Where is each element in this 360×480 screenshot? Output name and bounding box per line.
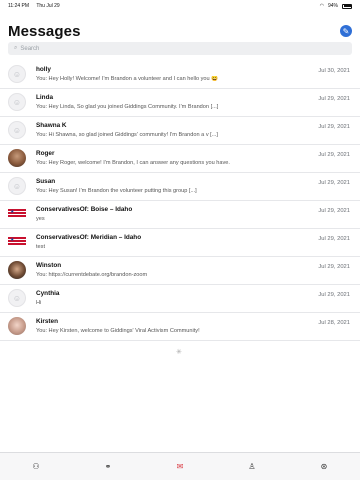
default-avatar-icon: ☺ [8, 93, 26, 111]
contact-name: Cynthia [36, 290, 60, 297]
search-placeholder: Search [20, 45, 40, 52]
conversation-row[interactable]: ☺ Shawna K You: Hi Shawna, so glad joined … [0, 117, 360, 145]
conversation-content: Kirsten You: Hey Kirsten, welcome to Gidd… [36, 313, 360, 334]
contact-name: holly [36, 66, 51, 73]
battery-percent: 94% [327, 3, 338, 9]
message-preview: You: Hey Holly! Welcome! I'm Brandon a v… [36, 76, 219, 82]
community-icon[interactable]: ⚇ [28, 462, 44, 471]
header: Messages ✎ [8, 20, 352, 42]
status-bar: 11:24 PM Thu Jul 29 ◠ 94% [0, 0, 360, 12]
message-preview: You: Hey Roger, welcome! I'm Brandon, I … [36, 160, 230, 166]
message-preview: You: Hey Kirsten, welcome to Giddings' V… [36, 328, 200, 334]
message-date: Jul 30, 2021 [318, 68, 350, 74]
settings-icon[interactable]: ⊛ [316, 462, 332, 471]
conversation-content: Shawna K You: Hi Shawna, so glad joined G… [36, 117, 360, 138]
conversation-content: Susan You: Hey Susan! I'm Brandon the vol… [36, 173, 360, 194]
mail-icon[interactable]: ✉ [172, 462, 188, 471]
message-date: Jul 29, 2021 [318, 180, 350, 186]
message-date: Jul 29, 2021 [318, 208, 350, 214]
message-date: Jul 29, 2021 [318, 292, 350, 298]
loading-spinner-icon: ✳ [176, 349, 182, 356]
default-avatar-icon: ☺ [8, 177, 26, 195]
conversation-content: Roger You: Hey Roger, welcome! I'm Brando… [36, 145, 360, 166]
avatar [8, 149, 26, 167]
message-preview: You: Hi Shawna, so glad joined Giddings'… [36, 132, 218, 138]
status-left: 11:24 PM Thu Jul 29 [8, 3, 66, 9]
conversation-content: Linda You: Hey Linda, So glad you joined … [36, 89, 360, 110]
contact-name: Linda [36, 94, 54, 101]
conversation-row[interactable]: ☺ holly You: Hey Holly! Welcome! I'm Brand… [0, 61, 360, 89]
search-input[interactable]: ⌕ Search [8, 42, 352, 55]
profile-icon[interactable]: ♙ [244, 462, 260, 471]
contact-name: ConservativesOf: Boise – Idaho [36, 206, 133, 213]
message-date: Jul 29, 2021 [318, 236, 350, 242]
message-date: Jul 29, 2021 [318, 96, 350, 102]
message-preview: You: Hey Linda, So glad you joined Giddi… [36, 104, 219, 110]
conversation-row[interactable]: Kirsten You: Hey Kirsten, welcome to Gidd… [0, 313, 360, 341]
search-icon: ⌕ [14, 45, 18, 51]
contact-name: ConservativesOf: Meridian – Idaho [36, 234, 142, 241]
contact-name: Shawna K [36, 122, 67, 129]
contact-name: Roger [36, 150, 55, 157]
conversation-content: ConservativesOf: Meridian – Idaho test [36, 229, 360, 250]
conversation-content: Winston You: https://currentdebate.org/br… [36, 257, 360, 278]
message-preview: Hi [36, 300, 42, 306]
conversation-list: ☺ holly You: Hey Holly! Welcome! I'm Brand… [0, 61, 360, 341]
conversation-row[interactable]: Roger You: Hey Roger, welcome! I'm Brando… [0, 145, 360, 173]
message-preview: You: https://currentdebate.org/brandon-z… [36, 272, 148, 278]
message-preview: test [36, 244, 46, 250]
compose-button[interactable]: ✎ [340, 25, 352, 37]
avatar [8, 317, 26, 335]
message-preview: You: Hey Susan! I'm Brandon the voluntee… [36, 188, 197, 194]
groups-icon[interactable]: ⚭ [100, 462, 116, 471]
conversation-content: ConservativesOf: Boise – Idaho yes [36, 201, 360, 222]
conversation-row[interactable]: ☺ Susan You: Hey Susan! I'm Brandon the vo… [0, 173, 360, 201]
contact-name: Susan [36, 178, 56, 185]
avatar [8, 261, 26, 279]
default-avatar-icon: ☺ [8, 65, 26, 83]
message-date: Jul 29, 2021 [318, 152, 350, 158]
battery-icon [342, 3, 352, 9]
status-time: 11:24 PM [8, 3, 30, 9]
page-title: Messages [8, 22, 81, 40]
conversation-row[interactable]: ☺ Linda You: Hey Linda, So glad you joined… [0, 89, 360, 117]
conversation-content: holly You: Hey Holly! Welcome! I'm Brando… [36, 61, 360, 82]
conversation-content: Cynthia Hi [36, 285, 360, 306]
conversation-row[interactable]: ★ ConservativesOf: Meridian – Idaho test Ju… [0, 229, 360, 257]
tab-bar: ⚇ ⚭ ✉ ♙ ⊛ [0, 452, 360, 480]
default-avatar-icon: ☺ [8, 121, 26, 139]
flag-avatar-icon: ★ [8, 233, 26, 251]
conversation-row[interactable]: ☺ Cynthia Hi Jul 29, 2021 [0, 285, 360, 313]
message-date: Jul 29, 2021 [318, 124, 350, 130]
contact-name: Kirsten [36, 318, 59, 325]
message-preview: yes [36, 216, 45, 222]
pencil-icon: ✎ [342, 26, 350, 36]
contact-name: Winston [36, 262, 62, 269]
message-date: Jul 28, 2021 [318, 320, 350, 326]
default-avatar-icon: ☺ [8, 289, 26, 307]
status-right: ◠ 94% [320, 3, 352, 9]
status-date: Thu Jul 29 [36, 3, 60, 9]
conversation-row[interactable]: Winston You: https://currentdebate.org/br… [0, 257, 360, 285]
wifi-icon: ◠ [319, 3, 324, 9]
message-date: Jul 29, 2021 [318, 264, 350, 270]
conversation-row[interactable]: ★ ConservativesOf: Boise – Idaho yes Jul 29… [0, 201, 360, 229]
flag-avatar-icon: ★ [8, 205, 26, 223]
